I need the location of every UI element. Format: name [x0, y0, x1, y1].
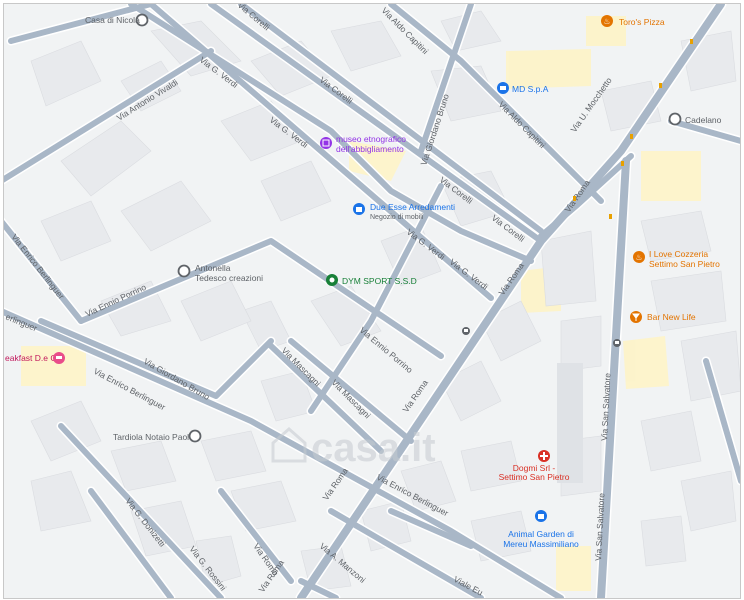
poi-label: Cadelano	[685, 115, 722, 125]
poi-casa-di-nicola[interactable]: Casa di Nicola	[85, 13, 149, 27]
bus-stop-icon	[613, 339, 621, 347]
poi-label: Antonella	[195, 263, 231, 273]
bus-stop-icon	[462, 327, 470, 335]
poi-md-spa[interactable]: MD S.p.A	[497, 82, 549, 94]
poi-label: eakfast D.e G	[5, 353, 57, 363]
museum-icon	[320, 137, 332, 149]
map-screenshot: casa.it Via G. Verdi Via G. Verdi Via G.…	[0, 0, 744, 600]
poi-label: DYM SPORT S.S.D	[342, 276, 417, 286]
poi-label: museo etnografico	[336, 134, 406, 144]
poi-label: MD S.p.A	[512, 84, 549, 94]
poi-label-line2: Mereu Massimiliano	[503, 539, 579, 549]
fork-knife-glyph: ♨	[635, 253, 642, 262]
poi-sublabel: Negozio di mobili	[370, 214, 424, 221]
shop-dot-icon	[609, 214, 612, 219]
parking-strips	[557, 363, 583, 483]
map-frame: casa.it Via G. Verdi Via G. Verdi Via G.…	[3, 3, 741, 599]
poi-label: Bar New Life	[647, 312, 696, 322]
shop-dot-icon	[621, 161, 624, 166]
pin-icon	[668, 112, 682, 126]
poi-label-line2: Settimo San Pietro	[649, 259, 720, 269]
pin-icon	[177, 264, 191, 278]
fork-knife-glyph: ♨	[603, 17, 610, 26]
poi-label-line2: dell'abbigliamento	[336, 144, 404, 154]
shop-dot-icon	[690, 39, 693, 44]
poi-tardiola[interactable]: Tardiola Notaio Paolo	[113, 429, 202, 443]
watermark-text: casa.it	[311, 426, 436, 470]
poi-label: Toro's Pizza	[619, 17, 665, 27]
poi-label: Animal Garden di	[508, 529, 574, 539]
poi-label: I Love Cozzeria	[649, 249, 708, 259]
poi-bar-new-life[interactable]: Bar New Life	[630, 311, 696, 323]
poi-label-line2: Tedesco creazioni	[195, 273, 263, 283]
shop-dot-icon	[630, 134, 633, 139]
poi-toros-pizza[interactable]: ♨ Toro's Pizza	[601, 15, 665, 27]
poi-label: Due Esse Arredamenti	[370, 202, 455, 212]
poi-label: Tardiola Notaio Paolo	[113, 432, 194, 442]
poi-label: Casa di Nicola	[85, 15, 140, 25]
poi-cadelano[interactable]: Cadelano	[668, 112, 722, 126]
pin-icon	[188, 429, 202, 443]
shop-dot-icon	[659, 83, 662, 88]
poi-breakfast[interactable]: eakfast D.e G	[5, 352, 65, 364]
map-canvas[interactable]: casa.it Via G. Verdi Via G. Verdi Via G.…	[4, 4, 740, 598]
shop-dot-icon	[573, 196, 576, 201]
poi-label-line2: Settimo San Pietro	[499, 472, 570, 482]
